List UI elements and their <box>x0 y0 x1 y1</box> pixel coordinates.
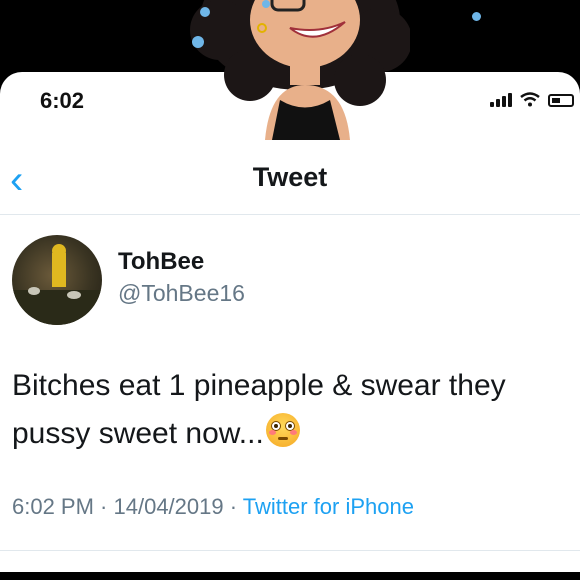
meta-separator: · <box>223 494 243 519</box>
battery-icon <box>548 94 574 107</box>
nav-bar: ‹ Tweet <box>0 144 580 215</box>
page-title: Tweet <box>252 162 328 192</box>
wifi-icon <box>520 92 540 107</box>
phone-screen: 6:02 ‹ Tweet TohBee @TohBee16 Bitches ea… <box>0 72 580 572</box>
meta-separator: · <box>93 494 114 519</box>
status-icons <box>490 92 574 107</box>
tweet-meta: 6:02 PM · 14/04/2019 · Twitter for iPhon… <box>12 494 414 520</box>
bitmoji-sticker <box>190 0 410 140</box>
tweet-time: 6:02 PM <box>12 494 94 519</box>
author-handle[interactable]: @TohBee16 <box>118 280 245 307</box>
tweet-body: Bitches eat 1 pineapple & swear they pus… <box>12 369 506 450</box>
avatar[interactable] <box>12 235 102 325</box>
tweet-source-link[interactable]: Twitter for iPhone <box>243 494 414 519</box>
author-display-name[interactable]: TohBee <box>118 248 204 276</box>
tweet-date: 14/04/2019 <box>113 494 224 519</box>
avatar-image <box>12 244 102 325</box>
status-time: 6:02 <box>40 88 85 113</box>
tweet-text: Bitches eat 1 pineapple & swear they pus… <box>12 362 572 458</box>
flushed-face-icon <box>265 413 300 447</box>
water-drop <box>472 12 481 21</box>
divider <box>0 550 580 551</box>
signal-icon <box>490 93 512 107</box>
